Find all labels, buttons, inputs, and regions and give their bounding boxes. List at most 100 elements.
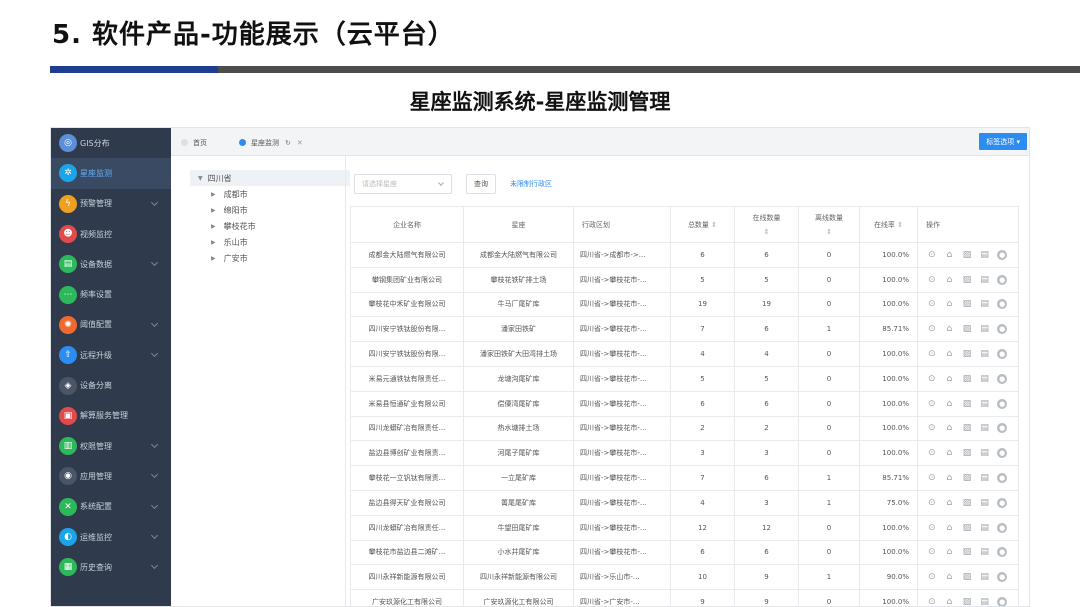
image-icon[interactable]: ▨: [962, 349, 972, 359]
file-icon[interactable]: ▤: [980, 374, 990, 384]
file-icon[interactable]: ▤: [980, 523, 990, 533]
camera-icon[interactable]: ⌂: [945, 324, 955, 334]
camera-icon[interactable]: ⌂: [945, 448, 955, 458]
table-row[interactable]: 广安玖源化工有限公司 广安玖源化工有限公司 四川省->广安市-... 9 9 0 100.0…: [350, 589, 1019, 606]
file-icon[interactable]: ▤: [980, 324, 990, 334]
table-row[interactable]: 四川永祥新能源有限公司 四川永祥新能源有限公司 四川省->乐山市-... 10 9 1 90…: [350, 564, 1019, 591]
camera-icon[interactable]: ⌂: [945, 349, 955, 359]
table-row[interactable]: 四川安宁铁钛股份有限... 潘家田铁矿 四川省->攀枝花市-... 7 6 1 85.71%…: [350, 316, 1019, 343]
query-button[interactable]: 查询: [466, 174, 496, 194]
file-icon[interactable]: ▤: [980, 448, 990, 458]
tab-options-button[interactable]: 标签选项 ▾: [979, 133, 1027, 150]
header-online[interactable]: 在线数量 ⇕: [734, 206, 799, 243]
image-icon[interactable]: ▨: [962, 324, 972, 334]
file-icon[interactable]: ▤: [980, 473, 990, 483]
user-icon[interactable]: ●: [997, 274, 1007, 285]
sidebar-item[interactable]: ⋯ 频率设置: [51, 279, 171, 309]
location-icon[interactable]: ⊙: [927, 547, 937, 557]
sidebar-item[interactable]: ◈ 设备分离: [51, 370, 171, 400]
location-icon[interactable]: ⊙: [927, 523, 937, 533]
image-icon[interactable]: ▨: [962, 448, 972, 458]
user-icon[interactable]: ●: [997, 547, 1007, 558]
location-icon[interactable]: ⊙: [927, 498, 937, 508]
constellation-select[interactable]: 请选择星座: [354, 174, 452, 194]
image-icon[interactable]: ▨: [962, 473, 972, 483]
user-icon[interactable]: ●: [997, 373, 1007, 384]
tab-constellation[interactable]: 星座监测 ↻ ✕: [239, 134, 303, 151]
user-icon[interactable]: ●: [997, 473, 1007, 484]
image-icon[interactable]: ▨: [962, 399, 972, 409]
close-icon[interactable]: ✕: [297, 139, 303, 147]
user-icon[interactable]: ●: [997, 597, 1007, 606]
image-icon[interactable]: ▨: [962, 423, 972, 433]
camera-icon[interactable]: ⌂: [945, 399, 955, 409]
user-icon[interactable]: ●: [997, 572, 1007, 583]
header-offline[interactable]: 离线数量 ⇕: [798, 206, 860, 243]
tree-node[interactable]: ▶ 绵阳市: [190, 202, 350, 218]
location-icon[interactable]: ⊙: [927, 399, 937, 409]
file-icon[interactable]: ▤: [980, 597, 990, 606]
table-row[interactable]: 米易元通铁钛有限责任... 龙塘沟尾矿库 四川省->攀枝花市-... 5 5 0 100.0…: [350, 365, 1019, 392]
table-row[interactable]: 四川龙蟒矿冶有限责任... 热水塘排土场 四川省->攀枝花市-... 2 2 0 100.0…: [350, 415, 1019, 442]
user-icon[interactable]: ●: [997, 448, 1007, 459]
sidebar-item[interactable]: ✺ 阈值配置: [51, 310, 171, 340]
location-icon[interactable]: ⊙: [927, 324, 937, 334]
location-icon[interactable]: ⊙: [927, 374, 937, 384]
sidebar-item[interactable]: ▤ 设备数据: [51, 249, 171, 279]
file-icon[interactable]: ▤: [980, 423, 990, 433]
file-icon[interactable]: ▤: [980, 275, 990, 285]
header-rate[interactable]: 在线率 ⇕: [859, 206, 918, 243]
table-row[interactable]: 攀钢集团矿业有限公司 攀枝花铁矿排土场 四川省->攀枝花市-... 5 5 0 100.0%…: [350, 266, 1019, 293]
camera-icon[interactable]: ⌂: [945, 299, 955, 309]
image-icon[interactable]: ▨: [962, 374, 972, 384]
table-row[interactable]: 攀枝花市盐边县二滩矿... 小水井尾矿库 四川省->攀枝花市-... 6 6 0 100.0…: [350, 539, 1019, 566]
image-icon[interactable]: ▨: [962, 250, 972, 260]
tab-home[interactable]: 首页: [181, 134, 207, 151]
table-row[interactable]: 攀枝花中禾矿业有限公司 牛马厂尾矿库 四川省->攀枝花市-... 19 19 0 100.0…: [350, 291, 1019, 318]
file-icon[interactable]: ▤: [980, 547, 990, 557]
table-row[interactable]: 盐边县博创矿业有限责... 河尾子尾矿库 四川省->攀枝花市-... 3 3 0 100.0…: [350, 440, 1019, 467]
camera-icon[interactable]: ⌂: [945, 572, 955, 582]
sidebar-item[interactable]: ◐ 运维监控: [51, 522, 171, 552]
file-icon[interactable]: ▤: [980, 349, 990, 359]
user-icon[interactable]: ●: [997, 497, 1007, 508]
table-row[interactable]: 四川龙蟒矿冶有限责任... 牛望田尾矿库 四川省->攀枝花市-... 12 12 0 100…: [350, 514, 1019, 541]
tree-node[interactable]: ▶ 广安市: [190, 250, 350, 266]
location-icon[interactable]: ⊙: [927, 473, 937, 483]
file-icon[interactable]: ▤: [980, 399, 990, 409]
tree-node[interactable]: ▶ 乐山市: [190, 234, 350, 250]
table-row[interactable]: 攀枝花一立钒钛有限责... 一立尾矿库 四川省->攀枝花市-... 7 6 1 85.71%…: [350, 465, 1019, 491]
camera-icon[interactable]: ⌂: [945, 275, 955, 285]
camera-icon[interactable]: ⌂: [945, 597, 955, 606]
location-icon[interactable]: ⊙: [927, 349, 937, 359]
location-icon[interactable]: ⊙: [927, 423, 937, 433]
file-icon[interactable]: ▤: [980, 250, 990, 260]
camera-icon[interactable]: ⌂: [945, 250, 955, 260]
file-icon[interactable]: ▤: [980, 299, 990, 309]
unrestricted-region-link[interactable]: 未限制行政区: [510, 179, 552, 189]
table-row[interactable]: 四川安宁铁钛股份有限... 潘家田铁矿大田湾排土场 四川省->攀枝花市-... 4 4 0…: [350, 341, 1019, 367]
location-icon[interactable]: ⊙: [927, 448, 937, 458]
table-row[interactable]: 盐边县得天矿业有限公司 箐尾尾矿库 四川省->攀枝花市-... 4 3 1 75.0% ⊙ ⌂ ▨…: [350, 489, 1019, 516]
user-icon[interactable]: ●: [997, 398, 1007, 409]
user-icon[interactable]: ●: [997, 522, 1007, 533]
location-icon[interactable]: ⊙: [927, 572, 937, 582]
image-icon[interactable]: ▨: [962, 597, 972, 606]
sidebar-item[interactable]: ▥ 权限管理: [51, 431, 171, 461]
user-icon[interactable]: ●: [997, 249, 1007, 260]
location-icon[interactable]: ⊙: [927, 597, 937, 606]
location-icon[interactable]: ⊙: [927, 275, 937, 285]
table-row[interactable]: 成都金大陆燃气有限公司 成都金大陆燃气有限公司 四川省->成都市->... 6 6 0 10…: [350, 242, 1019, 268]
camera-icon[interactable]: ⌂: [945, 473, 955, 483]
sidebar-item[interactable]: ϟ 预警管理: [51, 189, 171, 219]
user-icon[interactable]: ●: [997, 324, 1007, 335]
image-icon[interactable]: ▨: [962, 523, 972, 533]
camera-icon[interactable]: ⌂: [945, 498, 955, 508]
tree-node-root[interactable]: ▼ 四川省: [190, 170, 350, 186]
image-icon[interactable]: ▨: [962, 572, 972, 582]
tree-node[interactable]: ▶ 攀枝花市: [190, 218, 350, 234]
sidebar-item[interactable]: ◉ 应用管理: [51, 461, 171, 491]
refresh-icon[interactable]: ↻: [285, 139, 291, 147]
camera-icon[interactable]: ⌂: [945, 423, 955, 433]
sidebar-item[interactable]: ☻ 视频监控: [51, 219, 171, 249]
